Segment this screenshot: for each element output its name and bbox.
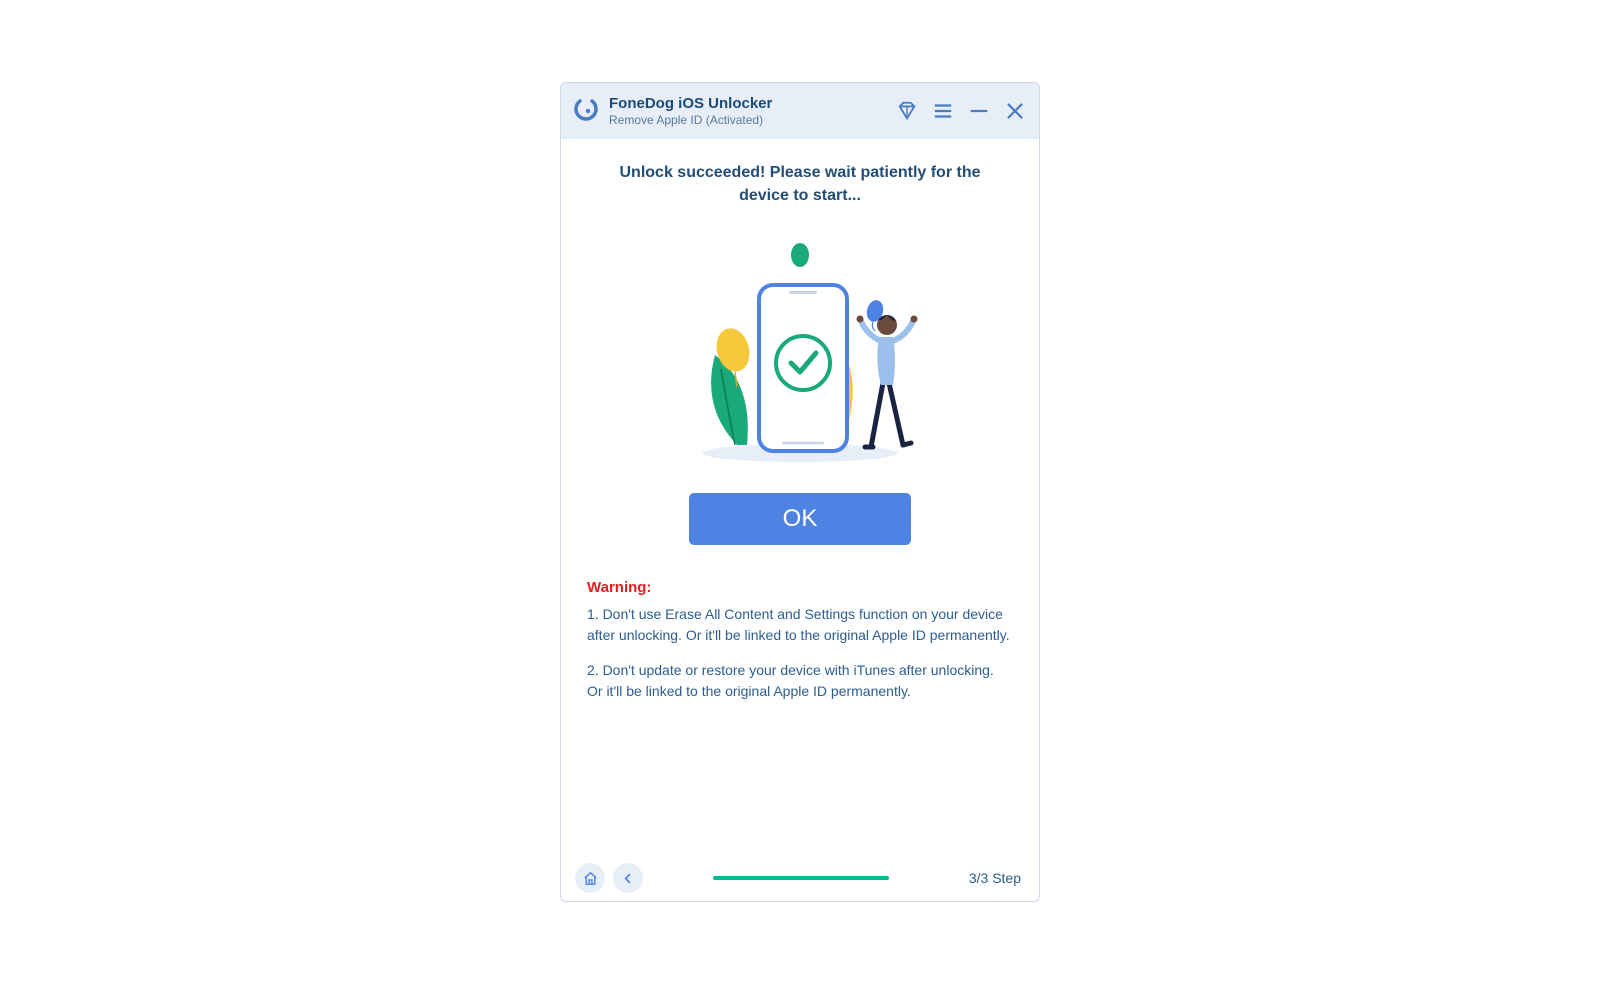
ok-button[interactable]: OK bbox=[689, 493, 911, 545]
progress-bar bbox=[713, 876, 889, 880]
content: Unlock succeeded! Please wait patiently … bbox=[561, 139, 1039, 855]
warning-block: Warning: 1. Don't use Erase All Content … bbox=[581, 579, 1019, 716]
home-button[interactable] bbox=[575, 863, 605, 893]
minimize-icon[interactable] bbox=[967, 99, 991, 123]
title-bar: FoneDog iOS Unlocker Remove Apple ID (Ac… bbox=[561, 83, 1039, 139]
app-title: FoneDog iOS Unlocker bbox=[609, 95, 885, 112]
app-window: FoneDog iOS Unlocker Remove Apple ID (Ac… bbox=[560, 82, 1040, 902]
diamond-icon[interactable] bbox=[895, 99, 919, 123]
success-illustration bbox=[665, 235, 935, 467]
title-actions bbox=[895, 99, 1027, 123]
warning-item-1: 1. Don't use Erase All Content and Setti… bbox=[587, 604, 1013, 646]
app-subtitle: Remove Apple ID (Activated) bbox=[609, 113, 885, 127]
close-icon[interactable] bbox=[1003, 99, 1027, 123]
menu-icon[interactable] bbox=[931, 99, 955, 123]
app-logo-icon bbox=[573, 98, 599, 124]
warning-title: Warning: bbox=[587, 579, 1013, 596]
warning-item-2: 2. Don't update or restore your device w… bbox=[587, 660, 1013, 702]
progress-wrap bbox=[651, 876, 951, 880]
footer: 3/3 Step bbox=[561, 855, 1039, 901]
headline: Unlock succeeded! Please wait patiently … bbox=[600, 161, 1000, 207]
title-texts: FoneDog iOS Unlocker Remove Apple ID (Ac… bbox=[609, 95, 885, 127]
back-button[interactable] bbox=[613, 863, 643, 893]
step-label: 3/3 Step bbox=[969, 870, 1021, 886]
